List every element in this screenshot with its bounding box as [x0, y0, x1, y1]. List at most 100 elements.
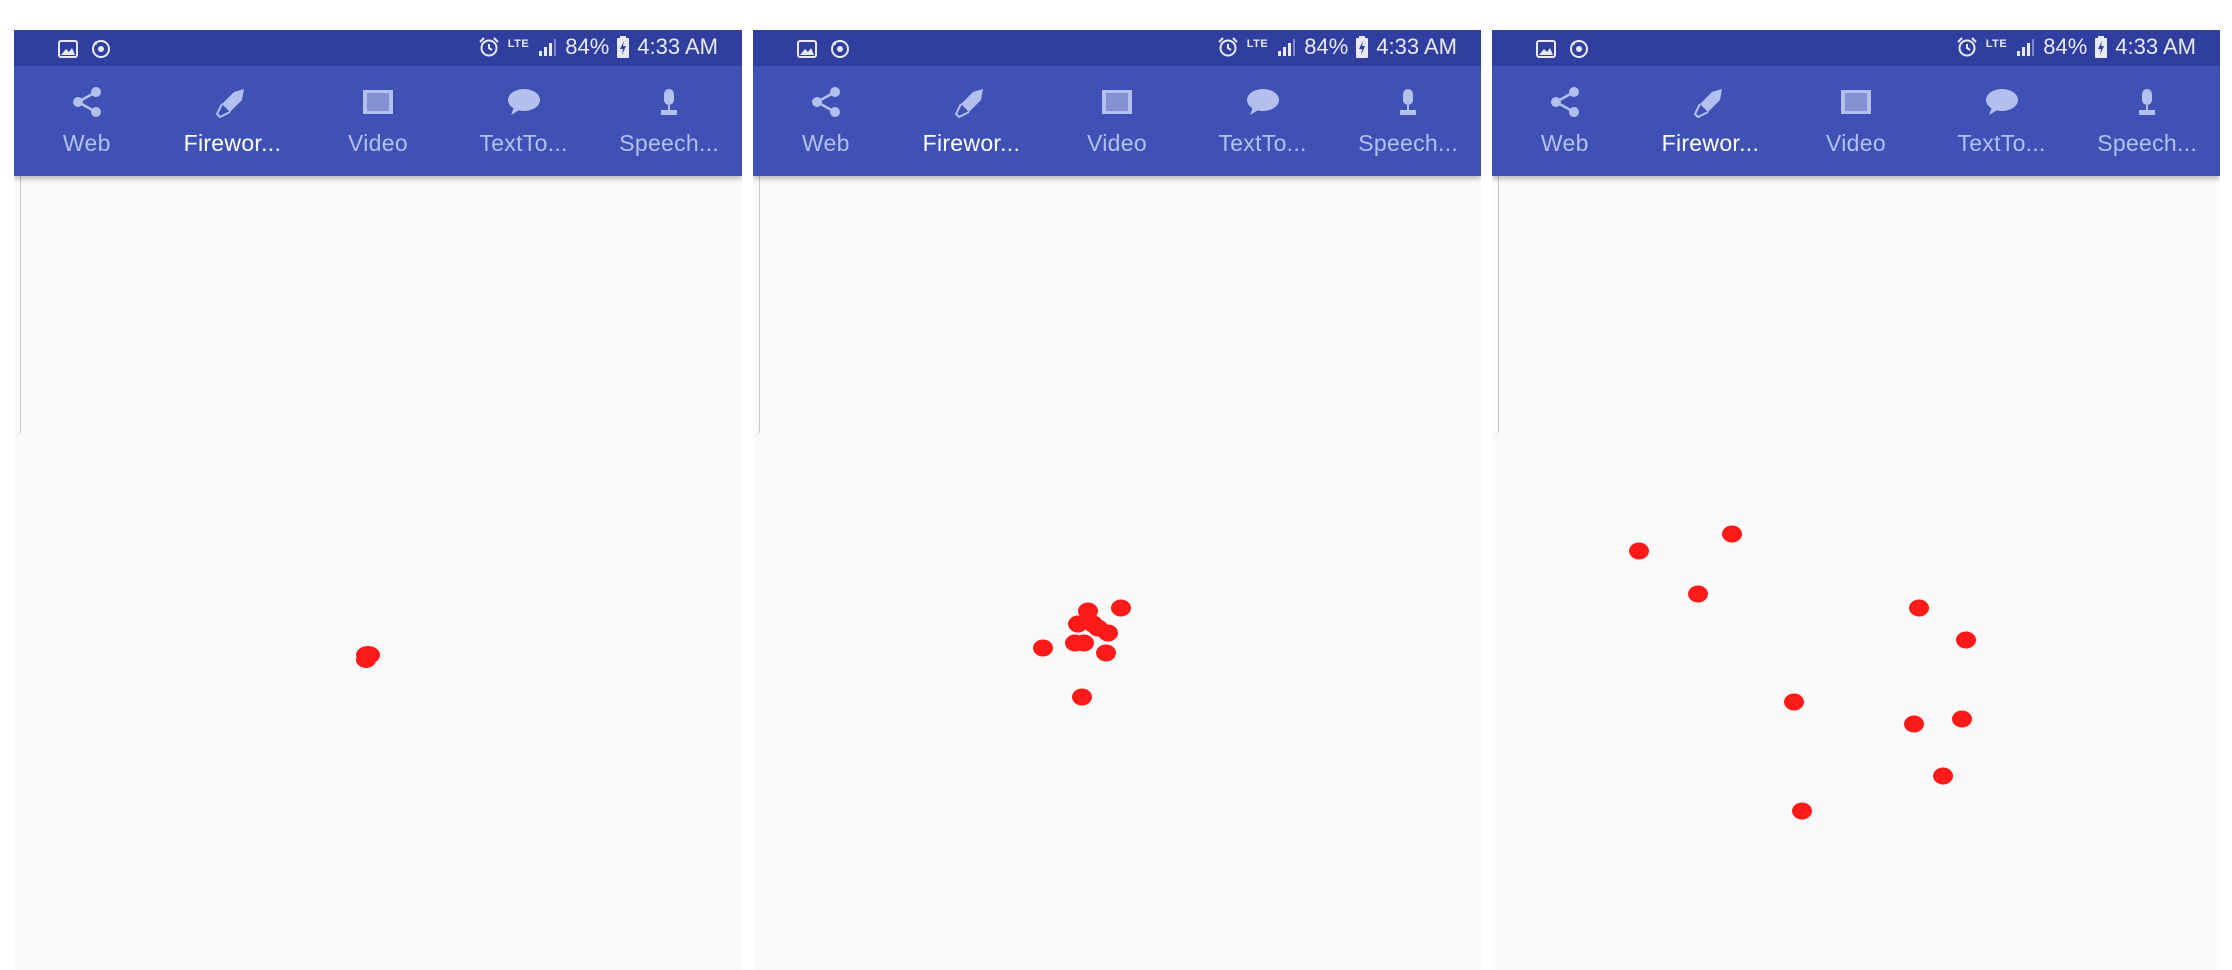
- fireworks-canvas[interactable]: [753, 176, 1481, 970]
- tab-label: Speech...: [1358, 130, 1459, 156]
- firework-particle: [1074, 634, 1094, 652]
- firework-particle: [1688, 585, 1708, 603]
- firework-particle: [1098, 624, 1118, 642]
- tab-fireworks[interactable]: Firewor...: [160, 66, 306, 176]
- status-bar-right: LTE 84% 4:33 AM: [478, 34, 718, 60]
- screenshot-sequence: LTE 84% 4:33 AM Web Firewor... Video Tex…: [0, 0, 2232, 970]
- firework-particle: [1072, 688, 1092, 706]
- tab-speech[interactable]: Speech...: [1335, 66, 1481, 176]
- tab-speech[interactable]: Speech...: [2074, 66, 2220, 176]
- particles-layer: [1629, 525, 1976, 820]
- clock-time: 4:33 AM: [1376, 34, 1457, 59]
- tab-fireworks[interactable]: Firewor...: [899, 66, 1045, 176]
- rocket-icon: [953, 84, 989, 120]
- tab-label: Web: [801, 130, 850, 156]
- sync-icon: [90, 38, 112, 60]
- phone-screen-2: LTE 84% 4:33 AM Web Firewor... Video Tex…: [753, 30, 1481, 970]
- share-icon: [809, 84, 843, 120]
- status-bar-left: [797, 38, 851, 60]
- clock-time: 4:33 AM: [2115, 34, 2196, 59]
- tab-web[interactable]: Web: [1492, 66, 1638, 176]
- tab-bar: Web Firewor... Video TextTo... Speech...: [753, 66, 1481, 176]
- microphone-icon: [2135, 84, 2159, 120]
- firework-particle: [1792, 802, 1812, 820]
- tab-speech[interactable]: Speech...: [596, 66, 742, 176]
- status-bar-right: LTE 84% 4:33 AM: [1217, 34, 1457, 60]
- tab-label: Firewor...: [922, 130, 1021, 156]
- tab-video[interactable]: Video: [1783, 66, 1929, 176]
- battery-percent: 84%: [565, 34, 610, 59]
- firework-particle: [1952, 710, 1972, 728]
- battery-percent: 84%: [2043, 34, 2088, 59]
- firework-particle: [1033, 639, 1053, 657]
- status-bar: LTE 84% 4:33 AM: [753, 30, 1481, 66]
- speech-bubble-icon: [1245, 84, 1281, 120]
- tab-label: TextTo...: [479, 130, 568, 156]
- share-icon: [1548, 84, 1582, 120]
- image-icon: [797, 40, 817, 58]
- tab-web[interactable]: Web: [14, 66, 160, 176]
- sync-icon: [1568, 38, 1590, 60]
- network-type: LTE: [507, 37, 530, 50]
- tab-label: Video: [348, 130, 408, 156]
- tab-text-to-speech[interactable]: TextTo...: [1190, 66, 1336, 176]
- signal-icon: [1276, 37, 1296, 57]
- battery-charging-icon: [1356, 36, 1369, 58]
- tab-web[interactable]: Web: [753, 66, 899, 176]
- tab-label: Firewor...: [183, 130, 282, 156]
- status-bar: LTE 84% 4:33 AM: [14, 30, 742, 66]
- firework-particle: [1629, 542, 1649, 560]
- tab-text-to-speech[interactable]: TextTo...: [1929, 66, 2075, 176]
- battery-percent: 84%: [1304, 34, 1349, 59]
- tab-label: TextTo...: [1957, 130, 2046, 156]
- firework-particle: [1096, 644, 1116, 662]
- network-type: LTE: [1985, 37, 2008, 50]
- tab-label: Speech...: [619, 130, 720, 156]
- phone-screen-1: LTE 84% 4:33 AM Web Firewor... Video Tex…: [14, 30, 742, 970]
- firework-particle: [1956, 631, 1976, 649]
- microphone-icon: [1396, 84, 1420, 120]
- tab-label: Video: [1826, 130, 1886, 156]
- rocket-icon: [1692, 84, 1728, 120]
- share-icon: [70, 84, 104, 120]
- microphone-icon: [657, 84, 681, 120]
- film-icon: [361, 84, 395, 120]
- firework-particle: [1933, 767, 1953, 785]
- image-icon: [1536, 40, 1556, 58]
- network-type: LTE: [1246, 37, 1269, 50]
- tab-fireworks[interactable]: Firewor...: [1638, 66, 1784, 176]
- tab-text-to-speech[interactable]: TextTo...: [451, 66, 597, 176]
- speech-bubble-icon: [1984, 84, 2020, 120]
- film-icon: [1100, 84, 1134, 120]
- particles-layer: [1033, 599, 1131, 706]
- rocket-icon: [214, 84, 250, 120]
- particles-layer: [356, 646, 380, 668]
- tab-video[interactable]: Video: [1044, 66, 1190, 176]
- tab-label: Web: [1540, 130, 1589, 156]
- alarm-icon: [1956, 36, 1978, 58]
- phone-screen-3: LTE 84% 4:33 AM Web Firewor... Video Tex…: [1492, 30, 2220, 970]
- alarm-icon: [478, 36, 500, 58]
- status-bar: LTE 84% 4:33 AM: [1492, 30, 2220, 66]
- sync-icon: [829, 38, 851, 60]
- firework-particle: [356, 652, 376, 668]
- tab-label: TextTo...: [1218, 130, 1307, 156]
- firework-particle: [1784, 693, 1804, 711]
- tab-label: Web: [62, 130, 111, 156]
- image-icon: [58, 40, 78, 58]
- fireworks-canvas[interactable]: [1492, 176, 2220, 970]
- battery-charging-icon: [2095, 36, 2108, 58]
- status-bar-left: [1536, 38, 1590, 60]
- tab-label: Firewor...: [1661, 130, 1760, 156]
- tab-video[interactable]: Video: [305, 66, 451, 176]
- alarm-icon: [1217, 36, 1239, 58]
- firework-particle: [1111, 599, 1131, 617]
- speech-bubble-icon: [506, 84, 542, 120]
- tab-label: Speech...: [2097, 130, 2198, 156]
- tab-bar: Web Firewor... Video TextTo... Speech...: [1492, 66, 2220, 176]
- tab-bar: Web Firewor... Video TextTo... Speech...: [14, 66, 742, 176]
- fireworks-canvas[interactable]: [14, 176, 742, 970]
- status-bar-right: LTE 84% 4:33 AM: [1956, 34, 2196, 60]
- signal-icon: [2015, 37, 2035, 57]
- clock-time: 4:33 AM: [637, 34, 718, 59]
